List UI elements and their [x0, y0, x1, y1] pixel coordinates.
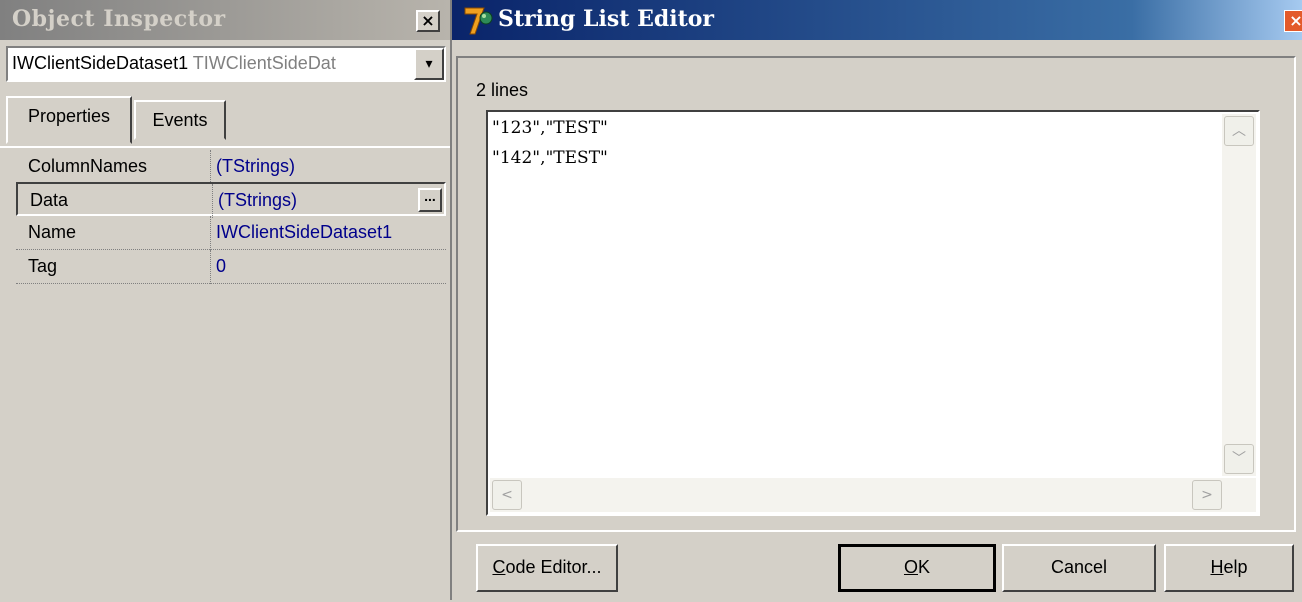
string-list-editor-title-bar[interactable]: String List Editor ×	[452, 0, 1302, 40]
horizontal-scrollbar[interactable]: < >	[490, 478, 1224, 512]
line-count-label: 2 lines	[476, 80, 529, 100]
property-name: ColumnNames	[28, 156, 148, 176]
help-button[interactable]: Help	[1164, 544, 1294, 592]
property-divider	[212, 184, 214, 218]
property-row-selected[interactable]: Data (TStrings) ...	[16, 182, 446, 218]
component-selector[interactable]: IWClientSideDataset1 TIWClientSideDat ▾	[6, 46, 446, 82]
memo-line[interactable]: "123","TEST"	[492, 118, 608, 138]
property-row[interactable]: ColumnNames (TStrings)	[16, 150, 446, 184]
property-grid: ColumnNames (TStrings) Data (TStrings) .…	[0, 146, 450, 602]
property-value[interactable]: (TStrings)	[218, 190, 297, 211]
ellipsis-button[interactable]: ...	[418, 188, 442, 212]
property-name: Tag	[28, 256, 58, 276]
property-value[interactable]: (TStrings)	[216, 156, 295, 177]
tab-events[interactable]: Events	[134, 100, 226, 140]
property-name: Name	[28, 222, 77, 242]
code-editor-button[interactable]: Code Editor...	[476, 544, 618, 592]
component-name: IWClientSideDataset1	[12, 53, 189, 73]
property-divider	[210, 150, 212, 184]
string-list-editor-title: String List Editor	[498, 6, 715, 32]
object-inspector-window: Object Inspector × IWClientSideDataset1 …	[0, 0, 452, 602]
component-class: TIWClientSideDat	[192, 53, 336, 73]
property-divider	[210, 250, 212, 284]
scrollbar-corner	[1222, 478, 1256, 512]
scroll-right-icon[interactable]: >	[1192, 480, 1222, 510]
ok-button[interactable]: OK	[838, 544, 996, 592]
property-value[interactable]: IWClientSideDataset1	[216, 222, 392, 243]
cancel-button[interactable]: Cancel	[1002, 544, 1156, 592]
code-editor-label: ode Editor...	[505, 557, 602, 577]
component-selector-text: IWClientSideDataset1 TIWClientSideDat	[12, 53, 336, 74]
property-row[interactable]: Name IWClientSideDataset1	[16, 216, 446, 250]
property-divider	[210, 216, 212, 250]
ok-label: K	[918, 557, 931, 577]
property-value[interactable]: 0	[216, 256, 226, 277]
object-inspector-title: Object Inspector	[12, 6, 226, 32]
close-icon[interactable]: ×	[416, 10, 440, 32]
help-mnemonic: H	[1210, 557, 1224, 577]
memo-line[interactable]: "142","TEST"	[492, 148, 608, 168]
tab-properties[interactable]: Properties	[6, 96, 132, 144]
chevron-down-icon[interactable]: ▾	[414, 48, 444, 80]
object-inspector-title-bar[interactable]: Object Inspector ×	[0, 0, 450, 40]
property-name: Data	[30, 190, 69, 210]
scroll-down-icon[interactable]: ﹀	[1224, 444, 1254, 474]
help-label: elp	[1223, 557, 1248, 577]
vertical-scrollbar[interactable]: ︿ ﹀	[1222, 114, 1256, 476]
code-editor-mnemonic: C	[492, 557, 506, 577]
delphi-logo-icon	[464, 7, 493, 35]
close-icon[interactable]: ×	[1284, 10, 1302, 32]
scroll-left-icon[interactable]: <	[492, 480, 522, 510]
scroll-up-icon[interactable]: ︿	[1224, 116, 1254, 146]
string-list-editor-window: String List Editor × 2 lines "123","TEST…	[452, 0, 1302, 600]
string-list-memo[interactable]: "123","TEST" "142","TEST" ︿ ﹀ < >	[486, 110, 1260, 516]
ok-mnemonic: O	[903, 557, 918, 577]
property-row[interactable]: Tag 0	[16, 250, 446, 284]
